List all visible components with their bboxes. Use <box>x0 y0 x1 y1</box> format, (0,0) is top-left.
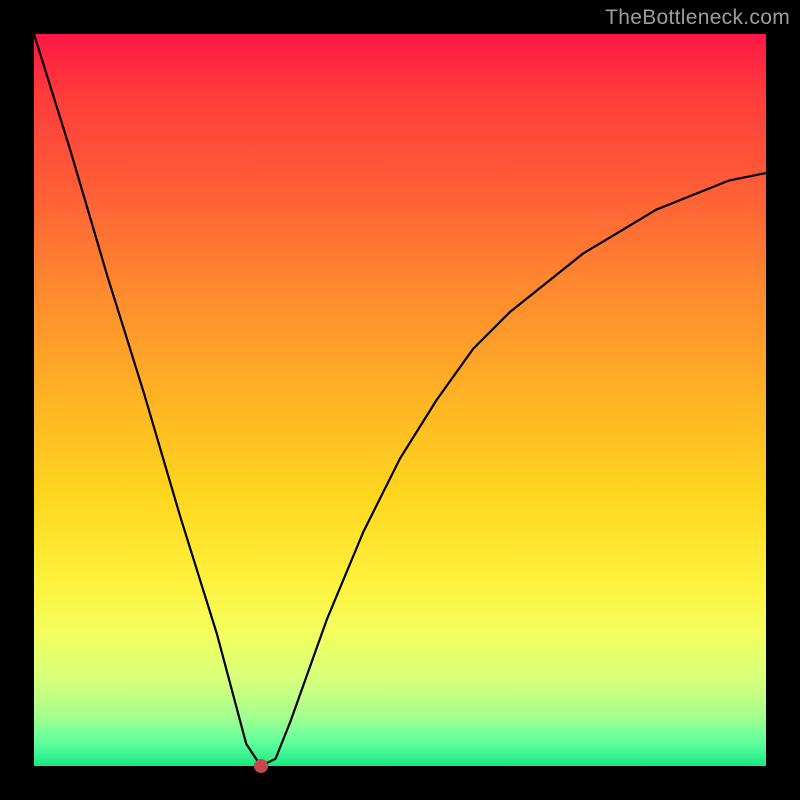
plot-area <box>34 34 766 766</box>
chart-frame: TheBottleneck.com <box>0 0 800 800</box>
curve-path <box>34 34 766 766</box>
watermark-text: TheBottleneck.com <box>605 6 790 30</box>
optimum-marker <box>254 759 268 773</box>
bottleneck-curve <box>34 34 766 766</box>
